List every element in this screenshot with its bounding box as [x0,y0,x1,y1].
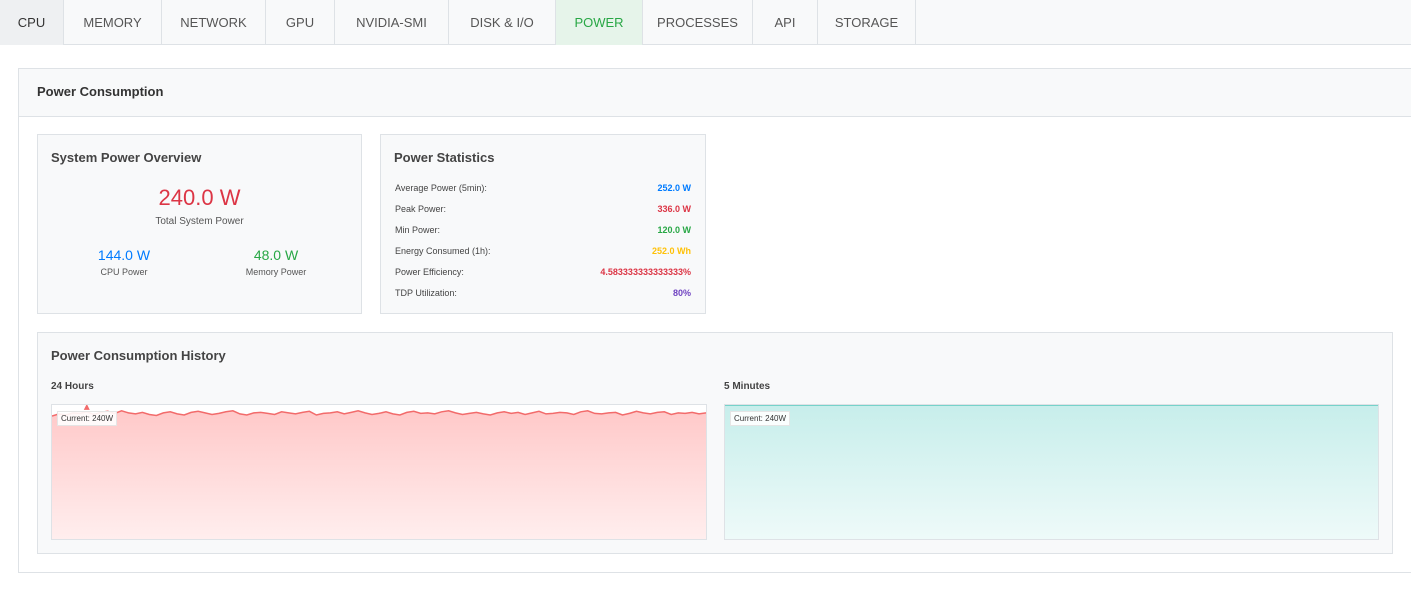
stat-average-power: Average Power (5min): 252.0 W [395,183,691,193]
cpu-power-value: 144.0 W [97,247,151,263]
stat-value: 252.0 W [657,183,691,193]
chart-24h-current: Current: 240W [57,411,118,426]
chart-5m-title: 5 Minutes [724,381,771,392]
tab-cpu[interactable]: CPU [0,0,64,45]
history-title: Power Consumption History [51,348,226,363]
tab-gpu[interactable]: GPU [266,0,335,45]
stat-tdp-utilization: TDP Utilization: 80% [395,288,691,298]
stat-label: Peak Power: [395,204,447,214]
peak-marker-icon [83,405,90,410]
overview-title: System Power Overview [51,150,202,165]
power-statistics-card: Power Statistics Average Power (5min): 2… [380,134,706,314]
chart-24h-title: 24 Hours [51,381,94,392]
tab-bar: CPU MEMORY NETWORK GPU NVIDIA-SMI DISK &… [0,0,1411,45]
area-fill [52,410,706,539]
stat-value: 252.0 Wh [651,246,691,256]
chart-5m-current: Current: 240W [730,411,791,426]
tab-network[interactable]: NETWORK [162,0,266,45]
stat-value: 80% [672,288,691,298]
memory-power: 48.0 W Memory Power [206,247,346,277]
panel-title: Power Consumption [19,69,1411,117]
stat-min-power: Min Power: 120.0 W [395,225,691,235]
stat-value: 336.0 W [657,204,691,214]
stat-label: Power Efficiency: [395,267,464,277]
total-power-label: Total System Power [155,216,244,227]
chart-24h[interactable]: Current: 240W [51,404,707,540]
stat-energy-consumed: Energy Consumed (1h): 252.0 Wh [395,246,691,256]
tab-api[interactable]: API [753,0,818,45]
chart-24h-svg [52,405,706,539]
stat-label: TDP Utilization: [395,288,457,298]
stat-value: 4.583333333333333% [600,267,691,277]
cpu-power: 144.0 W CPU Power [54,247,194,277]
stat-peak-power: Peak Power: 336.0 W [395,204,691,214]
stat-power-efficiency: Power Efficiency: 4.583333333333333% [395,267,691,277]
stats-title: Power Statistics [394,150,495,165]
tab-nvidia-smi[interactable]: NVIDIA-SMI [335,0,449,45]
system-power-overview-card: System Power Overview 240.0 W Total Syst… [37,134,362,314]
tab-memory[interactable]: MEMORY [64,0,162,45]
tab-power[interactable]: POWER [556,0,643,45]
tab-storage[interactable]: STORAGE [818,0,916,45]
tab-disk-io[interactable]: DISK & I/O [449,0,556,45]
memory-power-value: 48.0 W [253,247,299,263]
total-power-value: 240.0 W [158,185,241,210]
memory-power-label: Memory Power [245,267,307,277]
power-history-card: Power Consumption History 24 Hours 5 Min… [37,332,1393,554]
area-fill [725,405,1378,539]
stat-value: 120.0 W [657,225,691,235]
chart-5m-svg [725,405,1378,539]
chart-5m[interactable]: Current: 240W [724,404,1379,540]
stat-label: Energy Consumed (1h): [395,246,491,256]
cpu-power-label: CPU Power [100,267,148,277]
stat-label: Average Power (5min): [395,183,487,193]
tab-processes[interactable]: PROCESSES [643,0,753,45]
stat-label: Min Power: [395,225,441,235]
